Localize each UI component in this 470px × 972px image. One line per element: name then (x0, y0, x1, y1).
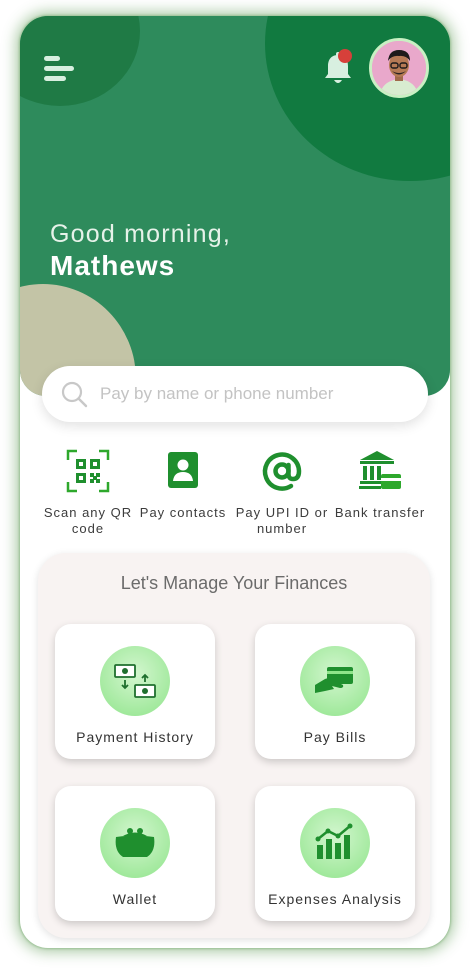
chart-icon (315, 823, 353, 859)
quick-action-label: Scan any QR code (43, 505, 133, 536)
quick-action-label: Pay UPI ID or number (235, 505, 329, 536)
contact-icon (168, 452, 198, 488)
card-label: Wallet (112, 891, 158, 907)
search-input[interactable] (100, 374, 410, 414)
avatar[interactable] (369, 38, 429, 98)
menu-icon[interactable] (42, 54, 76, 84)
quick-action-label: Pay contacts (139, 505, 227, 520)
quick-action-label: Bank transfer (334, 505, 426, 520)
card-expenses-analysis[interactable]: Expenses Analysis (255, 786, 415, 921)
finance-panel: Let's Manage Your Finances Payment Histo… (38, 553, 430, 938)
wallet-icon (115, 828, 155, 857)
qr-code-icon (66, 449, 110, 493)
app-screen: Good morning, Mathews Scan any QR code (20, 16, 450, 948)
header: Good morning, Mathews (20, 16, 450, 396)
money-exchange-icon (114, 664, 156, 698)
card-payment-history[interactable]: Payment History (55, 624, 215, 759)
decor-blob (20, 16, 140, 106)
card-label: Expenses Analysis (268, 891, 402, 907)
card-wallet[interactable]: Wallet (55, 786, 215, 921)
card-label: Pay Bills (303, 729, 367, 745)
quick-action-pay-contacts[interactable]: Pay contacts (133, 448, 233, 521)
greeting-text: Good morning, (50, 220, 231, 248)
quick-action-scan-qr[interactable]: Scan any QR code (38, 448, 138, 537)
card-pay-bills[interactable]: Pay Bills (255, 624, 415, 759)
user-name: Mathews (50, 250, 176, 281)
quick-action-bank-transfer[interactable]: Bank transfer (330, 448, 430, 521)
at-sign-icon (262, 452, 302, 491)
finance-title: Let's Manage Your Finances (120, 573, 348, 593)
hand-card-icon (315, 667, 353, 693)
search-bar[interactable] (42, 366, 428, 422)
notification-badge (338, 49, 352, 63)
quick-action-pay-upi[interactable]: Pay UPI ID or number (232, 448, 332, 537)
bank-icon (359, 451, 401, 489)
decor-blob (265, 16, 450, 181)
search-icon (61, 381, 88, 408)
card-label: Payment History (76, 729, 194, 745)
